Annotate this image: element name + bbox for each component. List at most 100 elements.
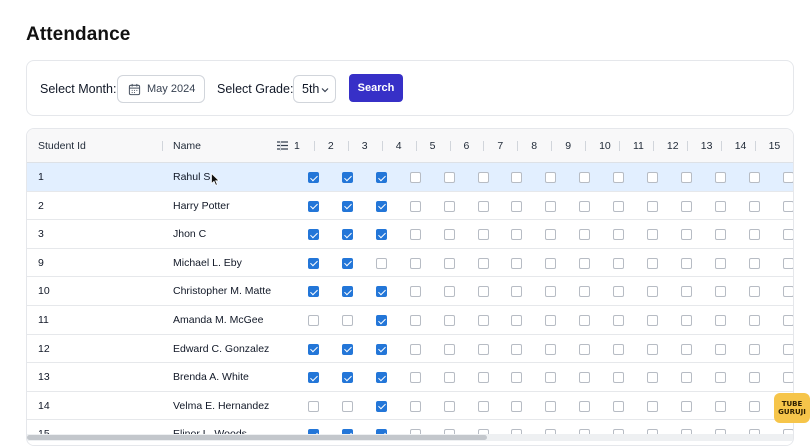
attendance-checkbox-day-4[interactable] <box>409 343 421 355</box>
attendance-checkbox-day-10[interactable] <box>613 400 625 412</box>
attendance-checkbox-day-13[interactable] <box>714 372 726 384</box>
attendance-checkbox-day-10[interactable] <box>613 343 625 355</box>
attendance-checkbox-day-4[interactable] <box>409 200 421 212</box>
attendance-checkbox-day-15[interactable] <box>782 315 793 326</box>
table-row[interactable]: 14 Velma E. Hernandez <box>27 391 793 421</box>
attendance-checkbox-day-10[interactable] <box>613 229 625 241</box>
attendance-checkbox-day-5[interactable] <box>443 372 455 384</box>
attendance-checkbox-day-7[interactable] <box>511 229 523 241</box>
attendance-checkbox-day-5[interactable] <box>443 343 455 355</box>
attendance-checkbox-day-5[interactable] <box>443 400 455 412</box>
attendance-checkbox-day-10[interactable] <box>613 257 625 269</box>
attendance-checkbox-day-8[interactable] <box>545 229 557 241</box>
attendance-checkbox-day-4[interactable] <box>409 172 421 183</box>
attendance-checkbox-day-15[interactable] <box>782 372 793 384</box>
attendance-checkbox-day-2[interactable] <box>341 172 353 183</box>
attendance-checkbox-day-5[interactable] <box>443 229 455 241</box>
attendance-checkbox-day-9[interactable] <box>579 172 591 183</box>
attendance-checkbox-day-4[interactable] <box>409 400 421 412</box>
attendance-checkbox-day-1[interactable] <box>308 172 319 183</box>
attendance-checkbox-day-12[interactable] <box>680 372 692 384</box>
attendance-checkbox-day-11[interactable] <box>647 400 658 412</box>
table-row[interactable]: 12 Edward C. Gonzalez <box>27 334 793 364</box>
header-day-3[interactable]: 3 <box>362 129 368 163</box>
attendance-checkbox-day-4[interactable] <box>409 257 421 269</box>
attendance-checkbox-day-3[interactable] <box>375 372 387 384</box>
attendance-checkbox-day-4[interactable] <box>409 372 421 384</box>
attendance-checkbox-day-13[interactable] <box>714 172 726 183</box>
grade-select[interactable]: 5th <box>293 75 336 103</box>
attendance-checkbox-day-10[interactable] <box>613 200 625 212</box>
attendance-checkbox-day-2[interactable] <box>341 372 353 384</box>
attendance-checkbox-day-4[interactable] <box>409 315 421 326</box>
attendance-checkbox-day-8[interactable] <box>545 400 557 412</box>
attendance-checkbox-day-5[interactable] <box>443 257 455 269</box>
attendance-checkbox-day-9[interactable] <box>579 343 591 355</box>
attendance-checkbox-day-7[interactable] <box>511 172 523 183</box>
attendance-checkbox-day-13[interactable] <box>714 200 726 212</box>
header-name[interactable]: Name <box>173 129 201 163</box>
attendance-checkbox-day-15[interactable] <box>782 172 793 183</box>
attendance-checkbox-day-7[interactable] <box>511 315 523 326</box>
attendance-checkbox-day-11[interactable] <box>647 343 658 355</box>
attendance-checkbox-day-1[interactable] <box>308 200 319 212</box>
attendance-checkbox-day-2[interactable] <box>341 257 353 269</box>
header-day-2[interactable]: 2 <box>328 129 334 163</box>
attendance-checkbox-day-13[interactable] <box>714 400 726 412</box>
attendance-checkbox-day-7[interactable] <box>511 343 523 355</box>
attendance-checkbox-day-2[interactable] <box>341 343 353 355</box>
attendance-checkbox-day-14[interactable] <box>748 200 760 212</box>
attendance-checkbox-day-14[interactable] <box>748 372 760 384</box>
attendance-checkbox-day-8[interactable] <box>545 315 557 326</box>
attendance-checkbox-day-9[interactable] <box>579 315 591 326</box>
attendance-checkbox-day-2[interactable] <box>341 400 353 412</box>
attendance-checkbox-day-3[interactable] <box>375 343 387 355</box>
attendance-checkbox-day-15[interactable] <box>782 343 793 355</box>
attendance-checkbox-day-7[interactable] <box>511 400 523 412</box>
attendance-checkbox-day-10[interactable] <box>613 372 625 384</box>
attendance-checkbox-day-11[interactable] <box>647 257 658 269</box>
attendance-checkbox-day-9[interactable] <box>579 372 591 384</box>
header-day-7[interactable]: 7 <box>497 129 503 163</box>
attendance-checkbox-day-4[interactable] <box>409 286 421 298</box>
attendance-checkbox-day-11[interactable] <box>647 286 658 298</box>
header-day-12[interactable]: 12 <box>667 129 679 163</box>
attendance-checkbox-day-15[interactable] <box>782 257 793 269</box>
attendance-checkbox-day-7[interactable] <box>511 257 523 269</box>
attendance-checkbox-day-13[interactable] <box>714 229 726 241</box>
header-day-10[interactable]: 10 <box>599 129 611 163</box>
attendance-checkbox-day-2[interactable] <box>341 315 353 326</box>
attendance-checkbox-day-7[interactable] <box>511 372 523 384</box>
attendance-checkbox-day-13[interactable] <box>714 343 726 355</box>
attendance-checkbox-day-6[interactable] <box>477 257 489 269</box>
attendance-checkbox-day-12[interactable] <box>680 229 692 241</box>
attendance-checkbox-day-11[interactable] <box>647 372 658 384</box>
attendance-checkbox-day-12[interactable] <box>680 286 692 298</box>
attendance-checkbox-day-6[interactable] <box>477 372 489 384</box>
attendance-checkbox-day-10[interactable] <box>613 286 625 298</box>
table-row[interactable]: 2 Harry Potter <box>27 191 793 221</box>
attendance-checkbox-day-15[interactable] <box>782 229 793 241</box>
table-row[interactable]: 9 Michael L. Eby <box>27 248 793 278</box>
attendance-checkbox-day-1[interactable] <box>308 343 319 355</box>
attendance-checkbox-day-6[interactable] <box>477 200 489 212</box>
table-row[interactable]: 13 Brenda A. White <box>27 363 793 392</box>
attendance-checkbox-day-6[interactable] <box>477 400 489 412</box>
attendance-checkbox-day-14[interactable] <box>748 257 760 269</box>
attendance-checkbox-day-6[interactable] <box>477 315 489 326</box>
attendance-checkbox-day-7[interactable] <box>511 286 523 298</box>
attendance-checkbox-day-15[interactable] <box>782 200 793 212</box>
attendance-checkbox-day-9[interactable] <box>579 400 591 412</box>
header-day-1[interactable]: 1 <box>294 129 300 163</box>
header-day-9[interactable]: 9 <box>565 129 571 163</box>
attendance-checkbox-day-12[interactable] <box>680 343 692 355</box>
attendance-checkbox-day-12[interactable] <box>680 257 692 269</box>
header-day-13[interactable]: 13 <box>701 129 713 163</box>
attendance-checkbox-day-13[interactable] <box>714 315 726 326</box>
attendance-checkbox-day-3[interactable] <box>375 200 387 212</box>
header-student-id[interactable]: Student Id <box>38 129 86 163</box>
attendance-checkbox-day-8[interactable] <box>545 257 557 269</box>
attendance-checkbox-day-5[interactable] <box>443 200 455 212</box>
attendance-checkbox-day-1[interactable] <box>308 400 319 412</box>
attendance-checkbox-day-14[interactable] <box>748 172 760 183</box>
